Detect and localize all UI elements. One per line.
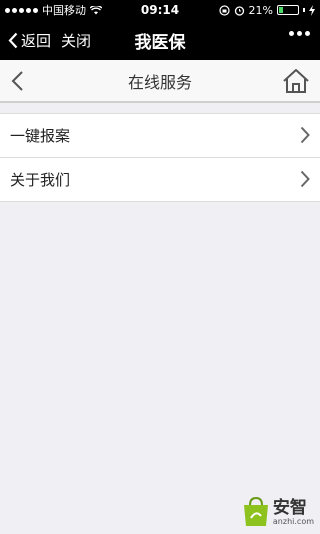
- lock-rotation-icon: [218, 4, 230, 16]
- close-button[interactable]: 关闭: [61, 30, 91, 51]
- chevron-left-icon: [8, 32, 18, 48]
- battery-icon: [277, 5, 299, 15]
- chevron-right-icon: [300, 126, 310, 144]
- anzhi-watermark: 安智 anzhi.com: [241, 496, 314, 528]
- chevron-right-icon: [300, 170, 310, 188]
- back-label: 返回: [21, 31, 52, 50]
- list-item-report-case[interactable]: 一键报案: [0, 114, 320, 158]
- battery-cap: [303, 8, 305, 12]
- list-item-about-us[interactable]: 关于我们: [0, 158, 320, 202]
- back-arrow-icon[interactable]: [10, 70, 24, 92]
- section-title: 在线服务: [127, 72, 192, 92]
- wechat-nav-bar: 返回 关闭 我医保: [0, 20, 320, 60]
- charging-icon: [309, 4, 315, 16]
- list-item-label: 一键报案: [10, 127, 71, 145]
- shopping-bag-logo-icon: [243, 496, 268, 526]
- wifi-icon: [90, 5, 102, 14]
- back-button[interactable]: 返回: [0, 30, 51, 51]
- list-item-label: 关于我们: [10, 171, 71, 189]
- watermark-brand: 安智: [272, 497, 307, 518]
- carrier-name: 中国移动: [42, 4, 86, 17]
- more-options-icon[interactable]: [289, 31, 310, 36]
- battery-percent: 21%: [248, 3, 273, 17]
- menu-list: 一键报案 关于我们: [0, 113, 320, 202]
- status-bar: 中国移动 09:14 21%: [0, 0, 320, 20]
- battery-level-fill: [279, 7, 283, 13]
- watermark-url: anzhi.com: [272, 516, 314, 526]
- alarm-icon: [234, 5, 244, 16]
- signal-strength-icon: [5, 7, 38, 13]
- app-header: 在线服务: [0, 60, 320, 103]
- home-icon[interactable]: [282, 68, 310, 94]
